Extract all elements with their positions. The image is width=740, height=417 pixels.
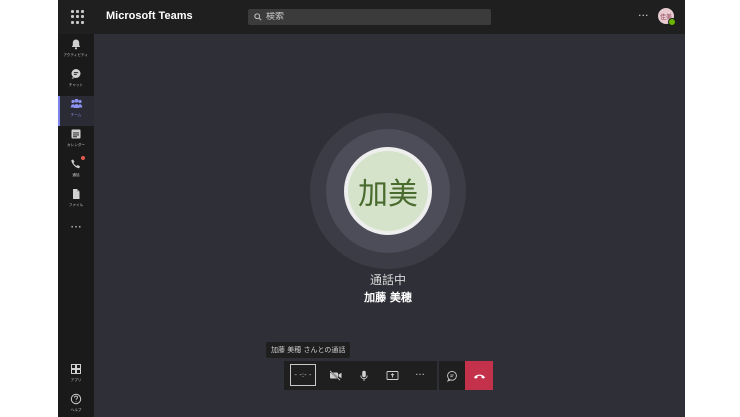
chat-icon <box>446 370 457 382</box>
app-title: Microsoft Teams <box>106 10 193 22</box>
rail-item-label: ファイル <box>68 202 84 207</box>
share-screen-button[interactable] <box>378 361 406 390</box>
rail-item-label: チーム <box>70 112 82 117</box>
microphone-icon <box>360 370 368 381</box>
rail-item-label: チャット <box>68 82 84 87</box>
caller-name: 加藤 美穂 <box>364 291 412 304</box>
notification-badge <box>81 156 85 160</box>
rail-item-chat[interactable]: チャット <box>58 66 94 96</box>
more-options-icon[interactable]: ··· <box>638 9 649 22</box>
more-actions-icon: ··· <box>415 370 425 381</box>
rail-item-label: ヘルプ <box>70 407 82 412</box>
caller-avatar: 加美 <box>348 151 428 231</box>
rail-item-calls[interactable]: 通話 <box>58 156 94 186</box>
call-controls-bar: - -:- - ··· <box>284 361 437 390</box>
bell-icon <box>71 39 81 50</box>
user-avatar[interactable]: 佳美 <box>658 8 676 26</box>
rail-item-label: カレンダー <box>67 142 85 147</box>
camera-off-icon <box>329 370 342 381</box>
more-actions-button[interactable]: ··· <box>406 361 434 390</box>
chat-icon <box>71 69 81 79</box>
app-rail: アクティビティ チャット チーム カレンダー 通話 ファイル ··· アプリ ヘ… <box>58 34 94 417</box>
rail-item-apps[interactable]: アプリ <box>58 361 94 391</box>
call-status: 通話中 <box>369 273 406 287</box>
presence-available-icon <box>668 18 676 26</box>
search-box[interactable] <box>248 9 491 25</box>
search-input[interactable] <box>266 12 476 22</box>
rail-item-teams[interactable]: チーム <box>58 96 94 126</box>
more-apps-icon[interactable]: ··· <box>58 221 94 233</box>
app-launcher-icon[interactable] <box>71 10 85 24</box>
rail-item-label: アプリ <box>70 377 82 382</box>
hang-up-icon <box>473 374 485 379</box>
phone-icon <box>71 159 80 169</box>
apps-icon <box>71 364 81 374</box>
camera-off-button[interactable] <box>322 361 350 390</box>
call-timer-button[interactable]: - -:- - <box>290 364 316 386</box>
title-bar: Microsoft Teams ··· 佳美 <box>58 0 685 34</box>
teams-window: Microsoft Teams ··· 佳美 アクティビティ チャット チーム … <box>58 0 685 417</box>
hang-up-button[interactable] <box>465 361 493 390</box>
rail-item-calendar[interactable]: カレンダー <box>58 126 94 156</box>
rail-item-help[interactable]: ヘルプ <box>58 391 94 417</box>
search-icon <box>254 13 262 21</box>
microphone-button[interactable] <box>350 361 378 390</box>
caller-avatar-initials: 加美 <box>358 177 418 212</box>
calendar-icon <box>71 129 81 139</box>
share-screen-icon <box>386 371 398 380</box>
file-icon <box>73 189 80 199</box>
rail-item-label: アクティビティ <box>63 52 89 57</box>
rail-item-label: 通話 <box>72 172 80 177</box>
rail-item-files[interactable]: ファイル <box>58 186 94 216</box>
chat-button[interactable] <box>439 361 465 390</box>
teams-icon <box>70 98 82 108</box>
call-tooltip: 加藤 美穂 さんとの通話 <box>266 342 351 358</box>
rail-item-activity[interactable]: アクティビティ <box>58 36 94 66</box>
help-icon <box>70 393 82 405</box>
